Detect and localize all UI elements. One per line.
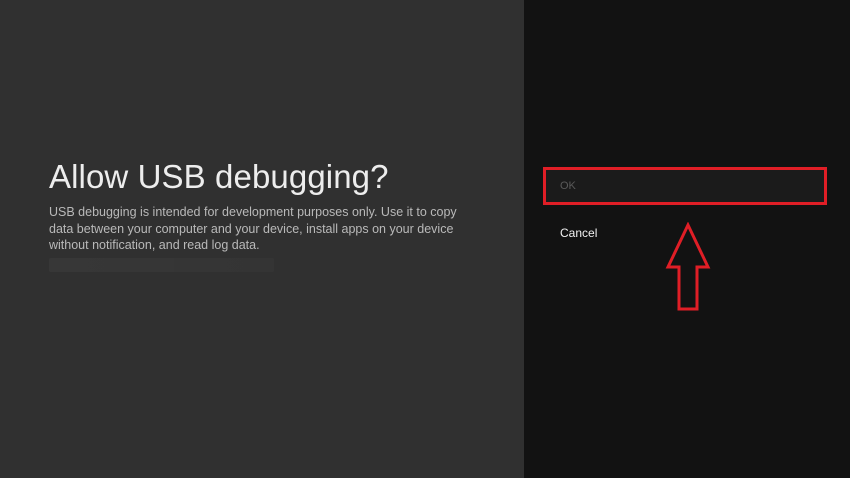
cancel-button[interactable]: Cancel xyxy=(560,226,597,240)
dialog-info-panel: Allow USB debugging? USB debugging is in… xyxy=(0,0,524,478)
action-list: OK Cancel xyxy=(524,0,850,478)
faded-text-line xyxy=(49,258,274,272)
usb-debugging-screen: Allow USB debugging? USB debugging is in… xyxy=(0,0,850,478)
up-arrow-icon xyxy=(665,222,711,311)
dialog-actions-panel: OK Cancel xyxy=(524,0,850,478)
dialog-message: USB debugging is intended for developmen… xyxy=(49,205,457,252)
ok-button[interactable]: OK xyxy=(543,167,827,205)
dialog-title: Allow USB debugging? xyxy=(49,158,389,195)
